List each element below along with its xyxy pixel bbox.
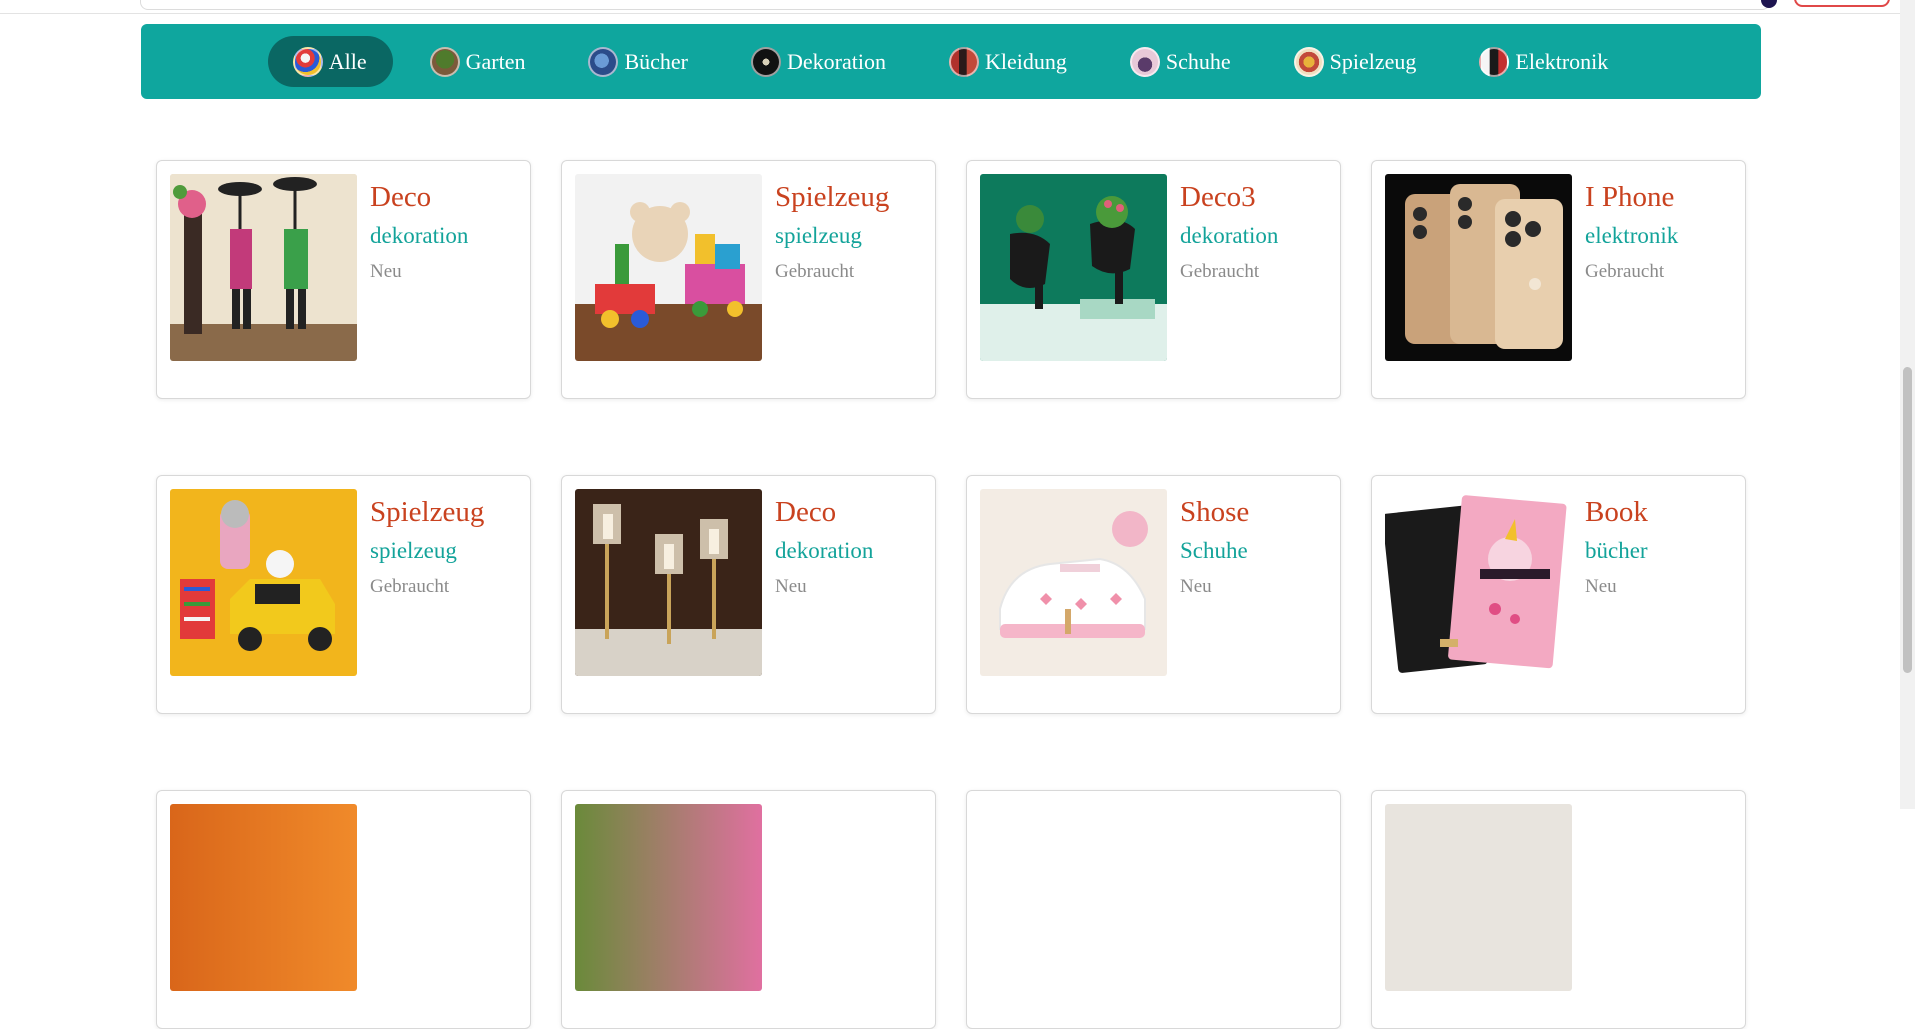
product-condition: Gebraucht	[1180, 261, 1260, 282]
category-label: Alle	[328, 48, 367, 74]
product-condition: Neu	[775, 576, 807, 597]
product-card[interactable]	[966, 790, 1341, 1029]
category-label: Elektronik	[1515, 48, 1609, 74]
toys-thumb-icon	[1293, 46, 1324, 77]
product-card[interactable]	[1371, 790, 1746, 1029]
search-bar-edge[interactable]	[140, 0, 1770, 10]
product-card[interactable]: Book bücher Neu	[1371, 475, 1746, 714]
electronics-thumb-icon	[1479, 46, 1510, 77]
product-condition: Gebraucht	[1585, 261, 1665, 282]
product-category: dekoration	[775, 538, 874, 563]
clothing-thumb-icon	[948, 46, 979, 77]
product-title[interactable]: Spielzeug	[775, 181, 889, 214]
category-buecher[interactable]: Bücher	[563, 36, 714, 87]
product-title[interactable]: Shose	[1180, 496, 1249, 529]
scrollbar-thumb[interactable]	[1903, 367, 1912, 673]
product-image	[1385, 489, 1572, 676]
product-image	[575, 489, 762, 676]
product-title[interactable]: Book	[1585, 496, 1648, 529]
product-category: Schuhe	[1180, 538, 1248, 563]
product-category: spielzeug	[775, 223, 862, 248]
category-label: Kleidung	[984, 48, 1067, 74]
all-categories-icon	[292, 46, 323, 77]
category-spielzeug[interactable]: Spielzeug	[1269, 36, 1443, 87]
product-category: spielzeug	[370, 538, 457, 563]
product-image	[1385, 804, 1572, 991]
product-condition: Gebraucht	[370, 576, 450, 597]
category-dekoration[interactable]: Dekoration	[726, 36, 912, 87]
category-elektronik[interactable]: Elektronik	[1454, 36, 1634, 87]
garden-thumb-icon	[429, 46, 460, 77]
product-card[interactable]	[561, 790, 936, 1029]
category-garten[interactable]: Garten	[405, 36, 552, 87]
product-title[interactable]: Spielzeug	[370, 496, 484, 529]
product-card[interactable]: Deco dekoration Neu	[561, 475, 936, 714]
product-image	[575, 174, 762, 361]
product-image	[980, 489, 1167, 676]
product-image	[575, 804, 762, 991]
product-card[interactable]: Deco dekoration Neu	[156, 160, 531, 399]
product-card[interactable]: I Phone elektronik Gebraucht	[1371, 160, 1746, 399]
product-card[interactable]: Spielzeug spielzeug Gebraucht	[561, 160, 936, 399]
category-kleidung[interactable]: Kleidung	[924, 36, 1093, 87]
product-title[interactable]: Deco	[370, 181, 431, 214]
product-condition: Neu	[1180, 576, 1212, 597]
product-card[interactable]: Deco3 dekoration Gebraucht	[966, 160, 1341, 399]
category-schuhe[interactable]: Schuhe	[1105, 36, 1257, 87]
category-label: Garten	[465, 48, 526, 74]
product-image	[170, 804, 357, 991]
category-nav: Alle Garten Bücher Dekoration Kleidung S…	[141, 24, 1761, 99]
product-image	[170, 174, 357, 361]
decoration-thumb-icon	[751, 46, 781, 77]
shoes-thumb-icon	[1129, 46, 1160, 77]
top-header-edge	[0, 0, 1915, 14]
product-card[interactable]: Shose Schuhe Neu	[966, 475, 1341, 714]
category-label: Spielzeug	[1329, 48, 1417, 74]
category-label: Dekoration	[787, 48, 886, 74]
product-category: dekoration	[1180, 223, 1279, 248]
logout-button[interactable]	[1794, 0, 1890, 7]
product-image	[170, 489, 357, 676]
product-card[interactable]: Spielzeug spielzeug Gebraucht	[156, 475, 531, 714]
product-condition: Gebraucht	[775, 261, 855, 282]
product-condition: Neu	[370, 261, 402, 282]
product-title[interactable]: Deco3	[1180, 181, 1256, 214]
page-scrollbar[interactable]	[1900, 0, 1915, 809]
product-image	[980, 174, 1167, 361]
category-alle[interactable]: Alle	[267, 36, 393, 87]
product-image	[1385, 174, 1572, 361]
product-title[interactable]: Deco	[775, 496, 836, 529]
category-label: Schuhe	[1165, 48, 1231, 74]
category-label: Bücher	[624, 48, 688, 74]
product-title[interactable]: I Phone	[1585, 181, 1674, 214]
product-card[interactable]	[156, 790, 531, 1029]
product-category: bücher	[1585, 538, 1648, 563]
product-category: elektronik	[1585, 223, 1679, 248]
books-thumb-icon	[588, 46, 619, 77]
product-condition: Neu	[1585, 576, 1617, 597]
product-category: dekoration	[370, 223, 469, 248]
